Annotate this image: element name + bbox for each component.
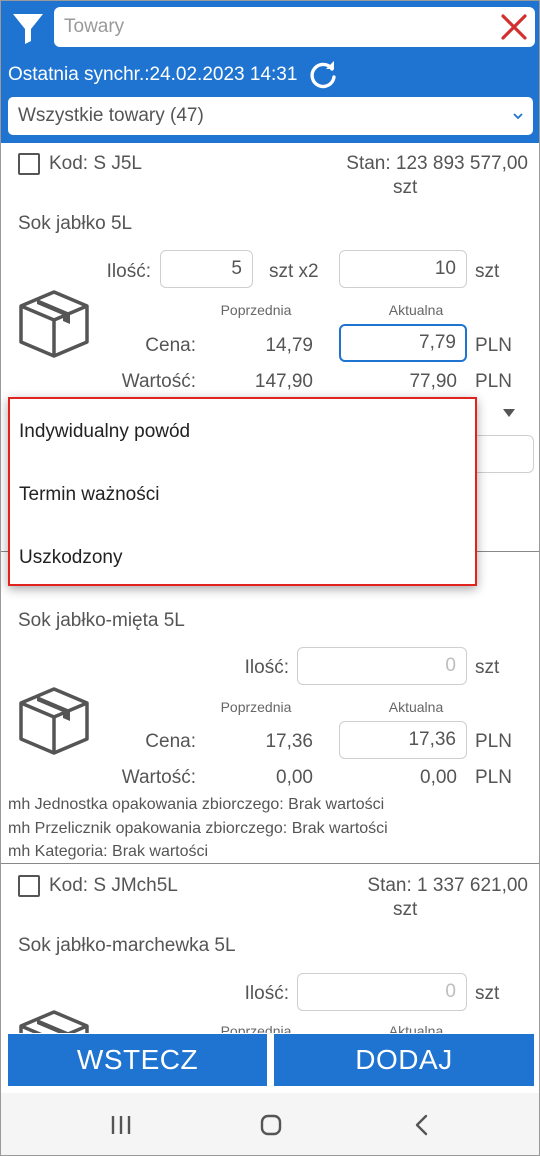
filter-icon[interactable] [10,10,46,46]
value-current: 0,00 [420,767,457,788]
refresh-icon[interactable] [308,60,338,90]
current-header: Aktualna [388,1023,444,1033]
value-unit: PLN [475,371,512,392]
value-unit: PLN [475,767,512,788]
quantity-label: Ilość: [106,261,151,282]
stock-unit: szt [393,899,418,920]
value-label: Wartość: [121,371,196,392]
package-icon [17,681,91,755]
stock-unit: szt [393,177,418,198]
price-label: Cena: [145,335,196,356]
package-icon [17,284,91,358]
product-code: Kod: S JMch5L [49,875,178,896]
reason-option-damaged[interactable]: Uszkodzony [19,547,123,569]
quantity-total-unit: szt [475,261,500,282]
last-sync-text: Ostatnia synchr.:24.02.2023 14:31 [8,64,298,85]
previous-header: Poprzednia [220,1023,292,1033]
app-header: Ostatnia synchr.:24.02.2023 14:31 Wszyst… [1,1,539,143]
quantity-input[interactable]: 0 [297,647,467,685]
attribute-line: mh Kategoria: Brak wartości [8,843,209,860]
product-name: Sok jabłko-mięta 5L [18,610,185,631]
reason-option-expiry[interactable]: Termin ważności [19,484,159,506]
price-unit: PLN [475,335,512,356]
price-input[interactable]: 7,79 [339,324,467,362]
product-code: Kod: S J5L [49,153,142,174]
quantity-label: Ilość: [244,657,289,678]
home-icon[interactable] [259,1114,283,1141]
price-label: Cena: [145,731,196,752]
price-previous: 14,79 [265,335,313,356]
reason-option-individual[interactable]: Indywidualny powód [19,421,190,443]
app-screen: Ostatnia synchr.:24.02.2023 14:31 Wszyst… [0,0,540,1156]
add-button[interactable]: DODAJ [274,1034,534,1086]
product-filter-value: Wszystkie towary (47) [18,105,204,126]
clear-search-icon[interactable] [499,12,529,42]
product-checkbox[interactable] [18,153,40,175]
quantity-unit: szt x2 [269,261,319,282]
price-input[interactable]: 17,36 [339,721,467,759]
quantity-total-input[interactable]: 10 [339,250,467,288]
back-icon[interactable] [411,1114,435,1141]
value-label: Wartość: [121,767,196,788]
package-icon [17,1004,91,1033]
product-card: Sok jabłko-mięta 5L Ilość: 0 szt Poprzed… [1,551,539,863]
chevron-down-icon [513,113,523,120]
previous-header: Poprzednia [220,699,292,715]
quantity-unit: szt [475,657,500,678]
system-navigation-bar [1,1093,539,1155]
attribute-line: mh Przelicznik opakowania zbiorczego: Br… [8,820,388,837]
quantity-label: Ilość: [244,983,289,1004]
value-previous: 0,00 [276,767,313,788]
attribute-line: mh Jednostka opakowania zbiorczego: Brak… [8,796,385,813]
product-card: Kod: S JMch5L Stan: 1 337 621,00 szt Sok… [1,863,539,1033]
reason-dropdown-menu: Indywidualny powód Termin ważności Uszko… [8,397,477,586]
reason-dropdown-arrow-icon[interactable] [503,409,515,417]
value-current: 77,90 [409,371,457,392]
previous-header: Poprzednia [220,302,292,318]
current-header: Aktualna [388,302,444,318]
current-header: Aktualna [388,699,444,715]
search-field[interactable] [54,7,535,47]
product-filter-select[interactable]: Wszystkie towary (47) [8,97,533,135]
value-previous: 147,90 [254,371,313,392]
product-name: Sok jabłko 5L [18,213,133,234]
quantity-input[interactable]: 0 [297,973,467,1011]
quantity-input[interactable]: 5 [160,250,253,288]
stock-value: Stan: 1 337 621,00 [367,875,528,896]
product-checkbox[interactable] [18,875,40,897]
quantity-unit: szt [475,983,500,1004]
back-button[interactable]: WSTECZ [8,1034,267,1086]
price-previous: 17,36 [265,731,313,752]
price-unit: PLN [475,731,512,752]
stock-value: Stan: 123 893 577,00 [346,153,528,174]
product-name: Sok jabłko-marchewka 5L [18,935,236,956]
recent-apps-icon[interactable] [109,1114,133,1141]
search-input[interactable] [64,7,484,47]
